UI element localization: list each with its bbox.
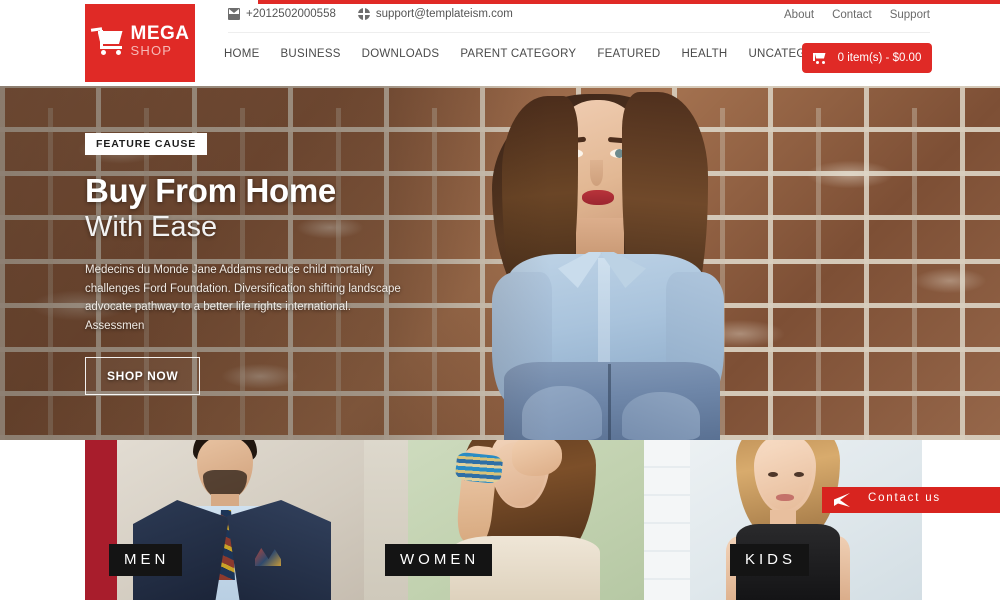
- category-tile-women[interactable]: WOMEN: [364, 440, 644, 600]
- shop-now-button[interactable]: SHOP NOW: [85, 357, 201, 396]
- category-tile-kids[interactable]: KIDS: [644, 440, 922, 600]
- utility-link-contact[interactable]: Contact: [832, 9, 872, 21]
- hero-heading-primary: Buy From Home: [85, 172, 336, 209]
- nav-item-home[interactable]: HOME: [224, 48, 260, 60]
- header-accent-left: [0, 0, 258, 4]
- men-tile-accent-stripe: [85, 440, 117, 600]
- cart-icon: [812, 52, 826, 64]
- email-info: support@templateism.com: [357, 8, 513, 20]
- cart-button-label: 0 item(s) - $0.00: [837, 52, 922, 64]
- contact-us-label: Contact us: [868, 492, 941, 504]
- header-accent-bar: [258, 0, 1000, 4]
- main-navigation: HOME BUSINESS DOWNLOADS PARENT CATEGORY …: [224, 48, 851, 60]
- category-tile-men[interactable]: MEN: [85, 440, 364, 600]
- nav-item-parent-category[interactable]: PARENT CATEGORY: [460, 48, 576, 60]
- category-tiles: MEN WOMEN KIDS: [85, 440, 922, 600]
- cart-button[interactable]: 0 item(s) - $0.00: [802, 43, 932, 73]
- nav-item-health[interactable]: HEALTH: [681, 48, 727, 60]
- category-label-kids: KIDS: [730, 544, 810, 576]
- phone-number: +2012502000558: [246, 8, 336, 20]
- page-root: MEGA SHOP +2012502000558 support@templat…: [0, 0, 1000, 600]
- top-bar: +2012502000558 support@templateism.com A…: [228, 8, 930, 30]
- logo-primary-text: MEGA: [130, 22, 190, 44]
- hero-badge: FEATURE CAUSE: [85, 133, 208, 155]
- category-label-men: MEN: [109, 544, 183, 576]
- globe-icon: [357, 8, 370, 20]
- paper-plane-icon: [834, 493, 850, 507]
- hero-banner: FEATURE CAUSE Buy From Home With Ease Me…: [0, 86, 1000, 440]
- mail-icon: [228, 8, 240, 20]
- contact-info-group: +2012502000558 support@templateism.com: [228, 8, 513, 20]
- utility-link-support[interactable]: Support: [890, 9, 930, 21]
- contact-us-tab[interactable]: Contact us: [822, 487, 1000, 513]
- utility-links: About Contact Support: [784, 9, 930, 21]
- hero-content: FEATURE CAUSE Buy From Home With Ease Me…: [85, 133, 425, 396]
- shopping-cart-icon: [90, 27, 125, 55]
- category-label-women: WOMEN: [385, 544, 493, 576]
- nav-item-featured[interactable]: FEATURED: [597, 48, 660, 60]
- nav-item-business[interactable]: BUSINESS: [281, 48, 341, 60]
- header-divider: [228, 32, 930, 33]
- email-address: support@templateism.com: [375, 8, 513, 20]
- site-header: MEGA SHOP +2012502000558 support@templat…: [0, 0, 1000, 86]
- nav-item-downloads[interactable]: DOWNLOADS: [362, 48, 440, 60]
- phone-info: +2012502000558: [228, 8, 336, 20]
- hero-paragraph: Medecins du Monde Jane Addams reduce chi…: [85, 263, 401, 332]
- site-logo[interactable]: MEGA SHOP: [85, 0, 195, 82]
- utility-link-about[interactable]: About: [784, 9, 814, 21]
- logo-secondary-text: SHOP: [130, 42, 173, 58]
- hero-heading-secondary: With Ease: [85, 210, 218, 243]
